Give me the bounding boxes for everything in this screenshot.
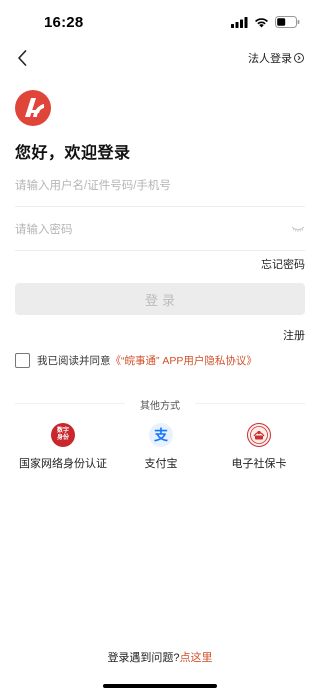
method-label: 国家网络身份认证: [19, 458, 107, 470]
forgot-password-link[interactable]: 忘记密码: [261, 256, 305, 272]
digital-id-icon: 数字身份: [51, 423, 75, 447]
help-row: 登录遇到问题?点这里: [0, 649, 320, 665]
help-link[interactable]: 点这里: [180, 652, 213, 664]
signal-icon: [231, 16, 248, 28]
corp-login-link[interactable]: 法人登录: [248, 50, 304, 66]
chevron-right-circle-icon: [294, 53, 304, 63]
privacy-policy-link[interactable]: 《“皖事通” APP用户隐私协议》: [111, 353, 257, 368]
eye-closed-icon[interactable]: [291, 224, 305, 234]
help-text: 登录遇到问题?: [107, 652, 180, 664]
chevron-left-icon: [18, 50, 27, 66]
username-input[interactable]: [15, 165, 305, 206]
password-field-container: [15, 209, 305, 251]
username-field-container: [15, 165, 305, 207]
social-security-card-icon: [247, 423, 271, 447]
register-link[interactable]: 注册: [283, 327, 305, 343]
status-time: 16:28: [44, 14, 84, 31]
password-input[interactable]: [15, 209, 305, 250]
method-label: 支付宝: [144, 458, 178, 470]
nav-bar: 法人登录: [0, 44, 320, 72]
agreement-checkbox[interactable]: [15, 353, 30, 368]
other-methods-list: 数字身份 国家网络身份认证 支 支付宝 电子社保卡: [0, 423, 320, 471]
app-logo: [15, 90, 51, 126]
status-icons: [231, 16, 300, 28]
home-indicator: [103, 684, 217, 688]
divider-right: [195, 403, 305, 404]
wifi-icon: [255, 17, 268, 27]
method-alipay[interactable]: 支 支付宝: [112, 423, 210, 471]
page-title: 您好，欢迎登录: [15, 145, 131, 162]
login-button[interactable]: 登录: [15, 283, 305, 315]
method-social-security[interactable]: 电子社保卡: [210, 423, 308, 471]
digital-id-icon-text: 数字身份: [56, 428, 69, 441]
status-bar: 16:28: [0, 0, 320, 44]
alipay-icon: 支: [149, 423, 173, 447]
other-methods-title: 其他方式: [140, 401, 180, 412]
alipay-icon-glyph: 支: [154, 427, 168, 443]
method-label: 电子社保卡: [231, 458, 287, 470]
back-button[interactable]: [10, 46, 34, 70]
agreement-row: 我已阅读并同意 《“皖事通” APP用户隐私协议》: [15, 353, 257, 368]
corp-login-label: 法人登录: [248, 53, 292, 65]
battery-icon: [275, 16, 300, 28]
method-national-id[interactable]: 数字身份 国家网络身份认证: [14, 423, 112, 471]
agreement-text: 我已阅读并同意: [37, 355, 111, 367]
